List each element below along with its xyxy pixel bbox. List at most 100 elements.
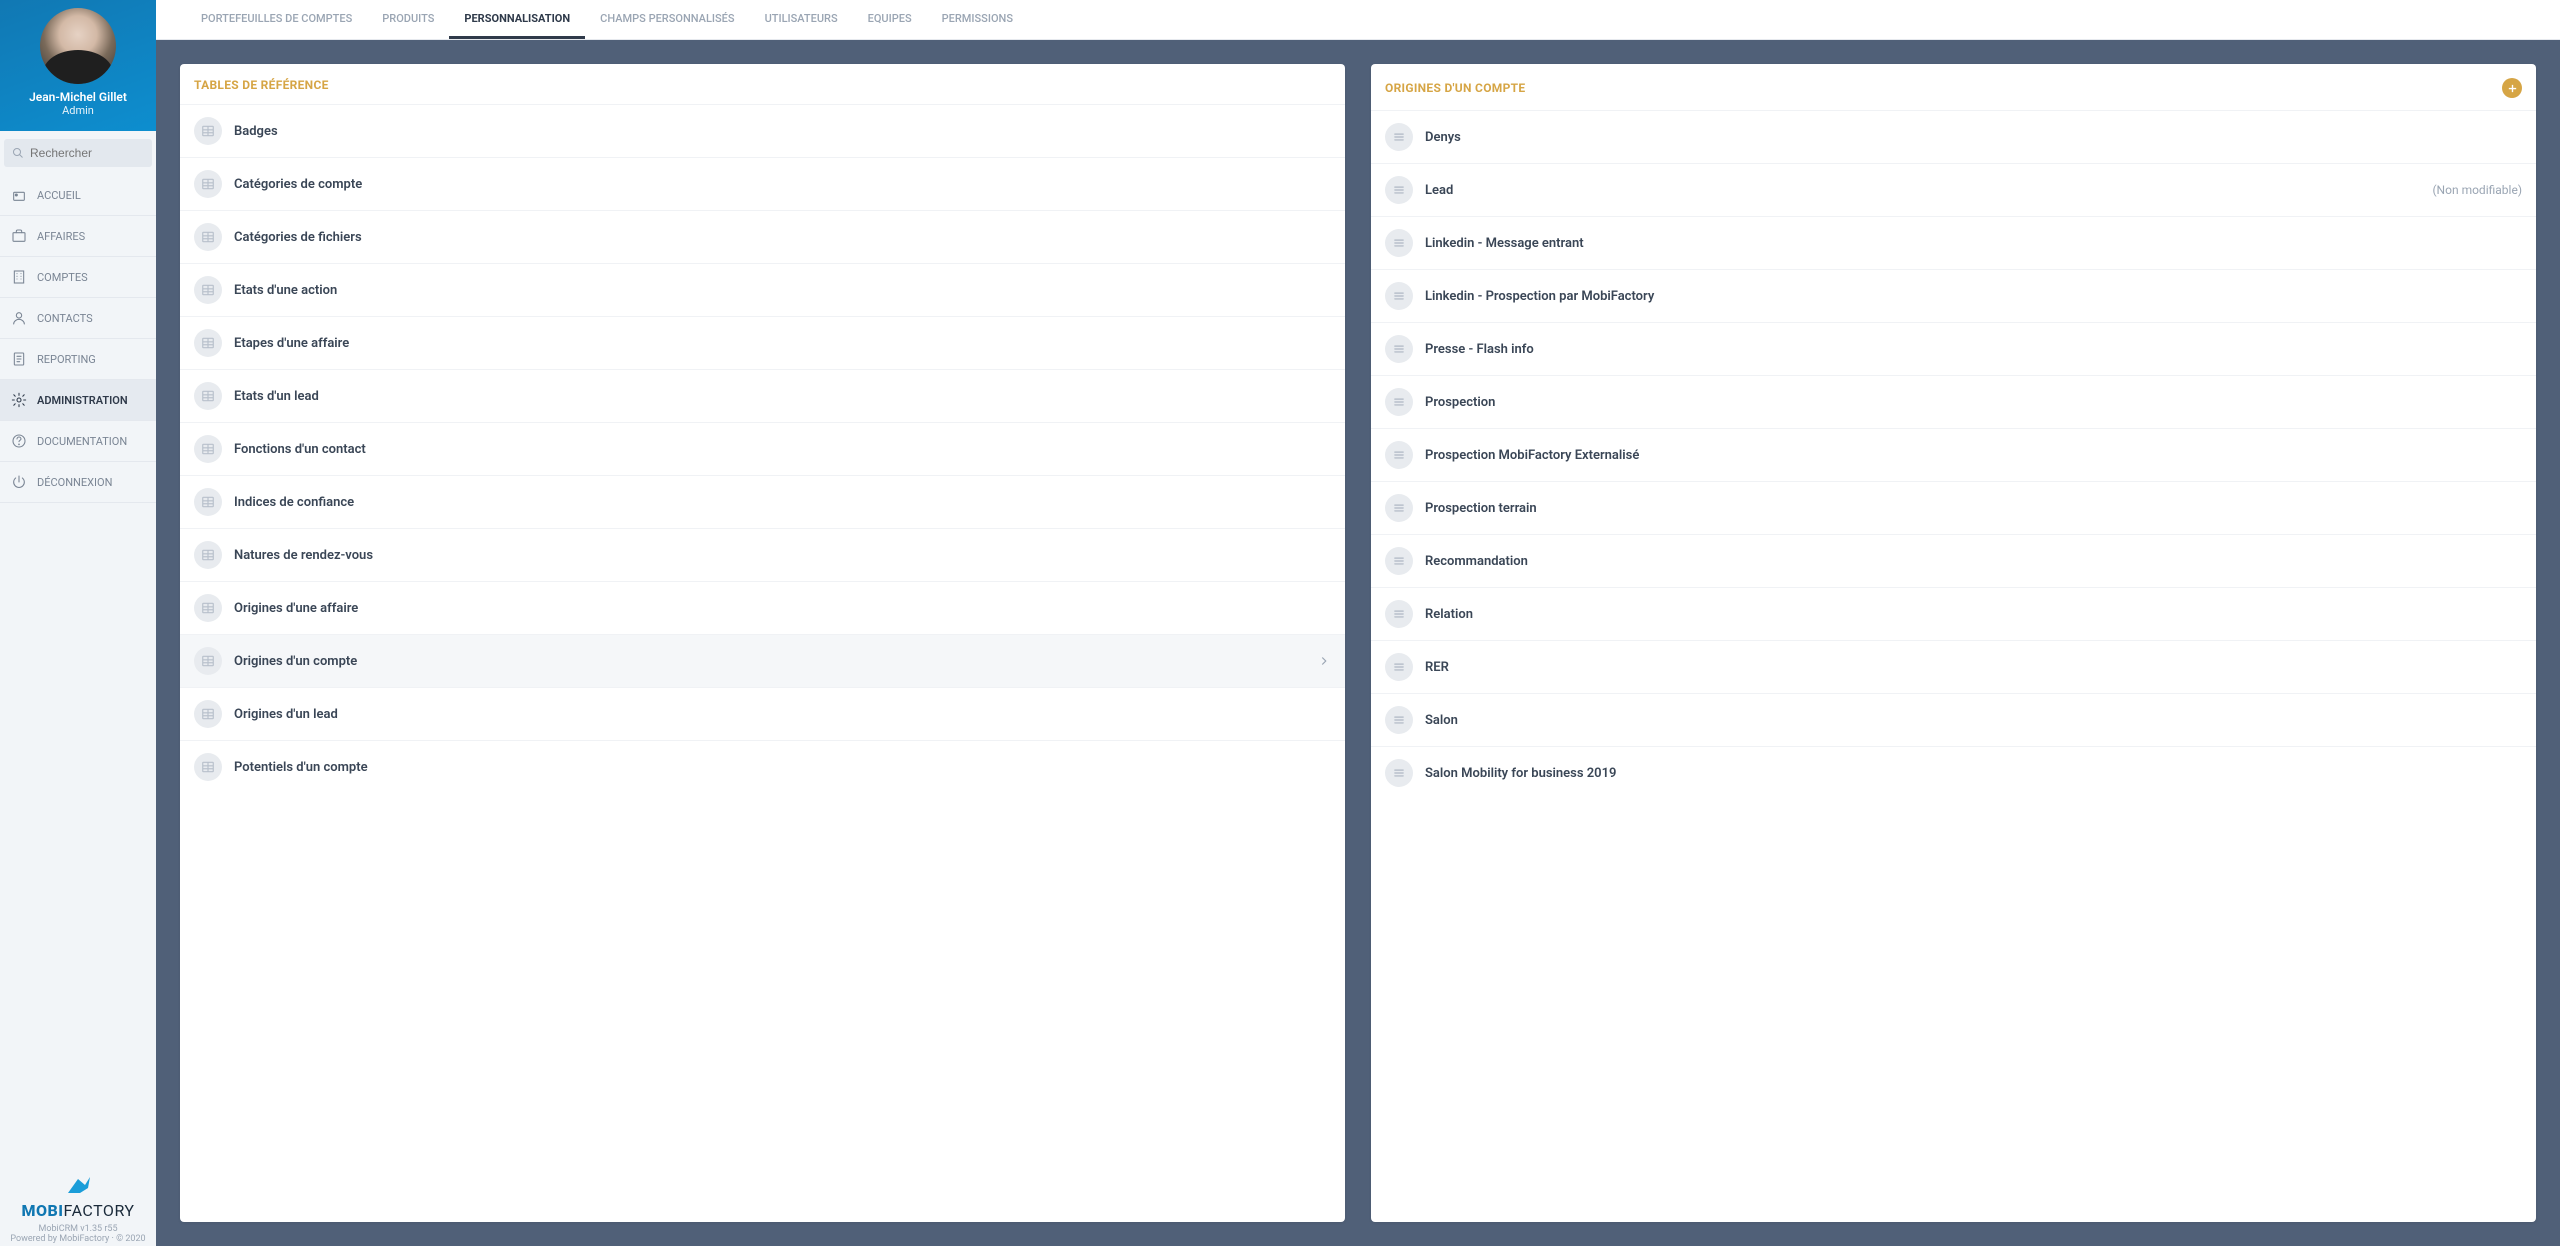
row-label: Recommandation xyxy=(1425,554,2522,569)
list-item[interactable]: Linkedin - Prospection par MobiFactory xyxy=(1371,269,2536,322)
list-item[interactable]: Prospection xyxy=(1371,375,2536,428)
tab[interactable]: PERSONNALISATION xyxy=(449,0,585,39)
logo: MOBIFACTORY xyxy=(4,1173,152,1220)
row-label: Linkedin - Message entrant xyxy=(1425,236,2522,251)
row-icon xyxy=(194,594,222,622)
nav-item-user[interactable]: CONTACTS xyxy=(0,298,156,339)
sidebar-header: Jean-Michel Gillet Admin xyxy=(0,0,156,131)
document-icon xyxy=(11,351,27,367)
avatar[interactable] xyxy=(40,8,116,84)
left-panel: TABLES DE RÉFÉRENCE BadgesCatégories de … xyxy=(180,64,1345,1222)
tab[interactable]: CHAMPS PERSONNALISÉS xyxy=(585,0,749,39)
row-label: Catégories de compte xyxy=(234,177,1331,192)
row-icon xyxy=(1385,282,1413,310)
row-icon xyxy=(1385,441,1413,469)
table-icon xyxy=(201,707,215,721)
table-row[interactable]: Badges xyxy=(180,104,1345,157)
right-panel: ORIGINES D'UN COMPTE DenysLead(Non modif… xyxy=(1371,64,2536,1222)
list-item[interactable]: Salon Mobility for business 2019 xyxy=(1371,746,2536,799)
list-item[interactable]: Denys xyxy=(1371,110,2536,163)
add-button[interactable] xyxy=(2502,78,2522,98)
row-icon xyxy=(1385,335,1413,363)
table-row[interactable]: Origines d'un compte xyxy=(180,634,1345,687)
row-label: Prospection xyxy=(1425,395,2522,410)
help-icon xyxy=(11,433,27,449)
search-icon xyxy=(12,147,24,159)
list-item[interactable]: Recommandation xyxy=(1371,534,2536,587)
row-icon xyxy=(194,382,222,410)
nav-item-building[interactable]: COMPTES xyxy=(0,257,156,298)
table-row[interactable]: Fonctions d'un contact xyxy=(180,422,1345,475)
table-row[interactable]: Origines d'un lead xyxy=(180,687,1345,740)
content: TABLES DE RÉFÉRENCE BadgesCatégories de … xyxy=(156,40,2560,1246)
row-label: Origines d'un compte xyxy=(234,654,1305,669)
footer-version: MobiCRM v1.35 r55 xyxy=(4,1224,152,1234)
nav-item-power[interactable]: DÉCONNEXION xyxy=(0,462,156,503)
row-icon xyxy=(194,541,222,569)
nav-item-label: ADMINISTRATION xyxy=(37,394,128,407)
list-item[interactable]: Prospection MobiFactory Externalisé xyxy=(1371,428,2536,481)
table-row[interactable]: Etats d'un lead xyxy=(180,369,1345,422)
search-box[interactable] xyxy=(4,139,152,167)
list-icon xyxy=(1392,554,1406,568)
nav-item-label: COMPTES xyxy=(37,271,88,284)
home-icon xyxy=(11,187,27,203)
nav-item-label: ACCUEIL xyxy=(37,189,81,202)
list-item[interactable]: Lead(Non modifiable) xyxy=(1371,163,2536,216)
row-label: Origines d'un lead xyxy=(234,707,1331,722)
list-item[interactable]: Salon xyxy=(1371,693,2536,746)
row-note: (Non modifiable) xyxy=(2432,183,2522,197)
list-item[interactable]: Linkedin - Message entrant xyxy=(1371,216,2536,269)
list-icon xyxy=(1392,660,1406,674)
table-row[interactable]: Potentiels d'un compte xyxy=(180,740,1345,793)
table-row[interactable]: Catégories de fichiers xyxy=(180,210,1345,263)
row-icon xyxy=(194,753,222,781)
list-item[interactable]: RER xyxy=(1371,640,2536,693)
tab[interactable]: EQUIPES xyxy=(853,0,927,39)
row-icon xyxy=(194,117,222,145)
row-label: Etats d'une action xyxy=(234,283,1331,298)
row-label: Indices de confiance xyxy=(234,495,1331,510)
table-row[interactable]: Indices de confiance xyxy=(180,475,1345,528)
row-icon xyxy=(1385,494,1413,522)
logo-bird-icon xyxy=(63,1173,93,1199)
nav-item-help[interactable]: DOCUMENTATION xyxy=(0,421,156,462)
row-icon xyxy=(1385,388,1413,416)
list-item[interactable]: Prospection terrain xyxy=(1371,481,2536,534)
user-icon xyxy=(11,310,27,326)
table-row[interactable]: Etapes d'une affaire xyxy=(180,316,1345,369)
row-label: Etats d'un lead xyxy=(234,389,1331,404)
table-icon xyxy=(201,601,215,615)
row-icon xyxy=(1385,759,1413,787)
row-icon xyxy=(194,276,222,304)
tab[interactable]: PORTEFEUILLES DE COMPTES xyxy=(186,0,367,39)
building-icon xyxy=(11,269,27,285)
table-icon xyxy=(201,654,215,668)
list-icon xyxy=(1392,766,1406,780)
table-icon xyxy=(201,283,215,297)
row-label: Prospection MobiFactory Externalisé xyxy=(1425,448,2522,463)
list-item[interactable]: Relation xyxy=(1371,587,2536,640)
row-label: Etapes d'une affaire xyxy=(234,336,1331,351)
tab[interactable]: UTILISATEURS xyxy=(750,0,853,39)
list-item[interactable]: Presse - Flash info xyxy=(1371,322,2536,375)
nav-item-label: REPORTING xyxy=(37,353,96,366)
nav-item-home[interactable]: ACCUEIL xyxy=(0,175,156,216)
tab[interactable]: PERMISSIONS xyxy=(927,0,1028,39)
row-icon xyxy=(1385,176,1413,204)
footer-copyright: Powered by MobiFactory · © 2020 xyxy=(4,1234,152,1244)
search-wrap xyxy=(0,131,156,175)
sidebar-footer: MOBIFACTORY MobiCRM v1.35 r55 Powered by… xyxy=(0,1167,156,1246)
right-panel-header: ORIGINES D'UN COMPTE xyxy=(1371,64,2536,110)
table-row[interactable]: Catégories de compte xyxy=(180,157,1345,210)
tabs: PORTEFEUILLES DE COMPTESPRODUITSPERSONNA… xyxy=(156,0,2560,40)
row-label: Natures de rendez-vous xyxy=(234,548,1331,563)
table-row[interactable]: Natures de rendez-vous xyxy=(180,528,1345,581)
nav-item-gear[interactable]: ADMINISTRATION xyxy=(0,380,156,421)
table-row[interactable]: Etats d'une action xyxy=(180,263,1345,316)
nav-item-document[interactable]: REPORTING xyxy=(0,339,156,380)
search-input[interactable] xyxy=(30,146,144,160)
tab[interactable]: PRODUITS xyxy=(367,0,449,39)
nav-item-briefcase[interactable]: AFFAIRES xyxy=(0,216,156,257)
table-row[interactable]: Origines d'une affaire xyxy=(180,581,1345,634)
